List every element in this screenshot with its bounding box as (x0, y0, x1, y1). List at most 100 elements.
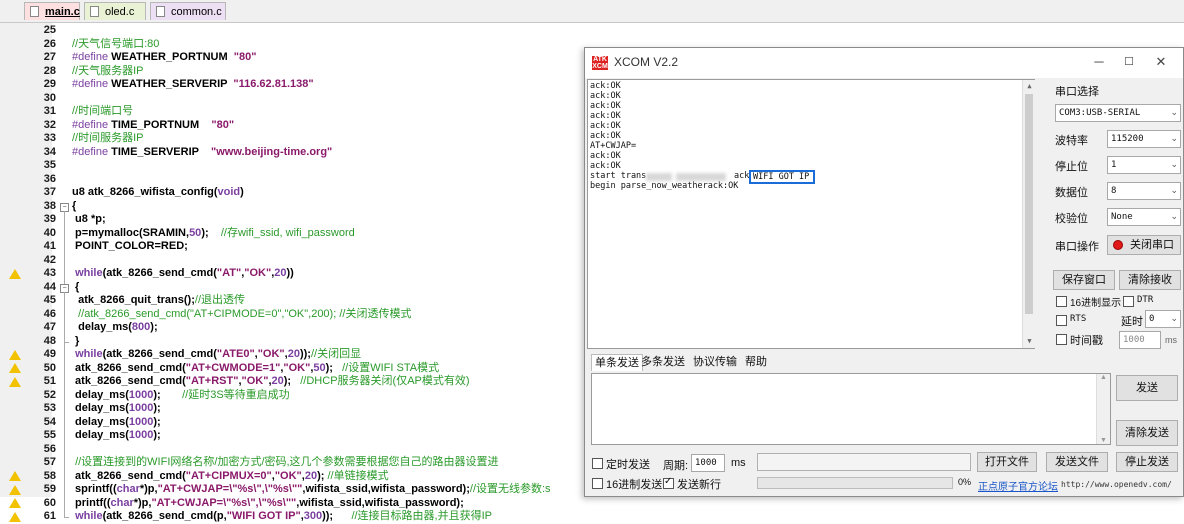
warning-icon[interactable] (9, 471, 21, 481)
code-line[interactable]: atk_8266_send_cmd("AT+CWMODE=1","OK",50)… (72, 362, 439, 376)
data-bits-select[interactable]: 8 ⌄ (1107, 182, 1181, 200)
code-line[interactable]: #define WEATHER_PORTNUM "80" (72, 51, 256, 65)
file-path-field[interactable] (757, 453, 971, 471)
maximize-button[interactable]: ☐ (1114, 52, 1144, 72)
parity-select[interactable]: None ⌄ (1107, 208, 1181, 226)
code-line[interactable]: p=mymalloc(SRAMIN,50); //存wifi_ssid, wif… (72, 227, 355, 241)
timed-send-checkbox[interactable] (592, 458, 603, 469)
forum-link[interactable]: 正点原子官方论坛 (978, 478, 1058, 493)
tab-protocol[interactable]: 协议传输 (693, 354, 737, 370)
line-number: 52 (43, 388, 56, 401)
code-line[interactable]: sprintf((char*)p,"AT+CWJAP=\"%s\",\"%s\"… (72, 483, 551, 497)
tab-oled-c[interactable]: oled.c (84, 2, 146, 20)
ack-text: ack (734, 171, 750, 181)
scroll-thumb[interactable] (1025, 94, 1033, 314)
warning-icon[interactable] (9, 349, 21, 360)
line-number: 41 (43, 240, 56, 252)
delay-select[interactable]: 0 ⌄ (1145, 310, 1181, 328)
code-line[interactable]: { (72, 200, 76, 214)
title-bar[interactable]: ATK XCM XCOM V2.2 ─ ☐ ✕ (585, 48, 1183, 78)
send-scrollbar[interactable]: ▲ ▼ (1096, 374, 1110, 444)
minimize-button[interactable]: ─ (1084, 52, 1114, 72)
code-line[interactable]: while(atk_8266_send_cmd("AT","OK",20)) (72, 267, 294, 281)
code-line[interactable]: atk_8266_send_cmd("AT+RST","OK",20); //D… (72, 375, 469, 389)
timestamp-input[interactable]: 1000 (1119, 331, 1161, 349)
tab-main-c[interactable]: main.c (24, 2, 80, 20)
scroll-up-icon[interactable]: ▲ (1097, 374, 1110, 381)
code-line[interactable]: POINT_COLOR=RED; (72, 240, 188, 254)
code-line[interactable]: while(atk_8266_send_cmd("ATE0","OK",20))… (72, 348, 361, 362)
code-line[interactable]: atk_8266_send_cmd("AT+CIPMUX=0","OK",20)… (72, 470, 389, 484)
tab-multi-send[interactable]: 多条发送 (641, 354, 685, 370)
save-window-button[interactable]: 保存窗口 (1053, 270, 1115, 290)
baud-label: 波特率 (1055, 135, 1088, 147)
line-number: 36 (43, 172, 56, 185)
code-line[interactable]: //时间服务器IP (72, 132, 144, 146)
send-input[interactable]: ▲ ▼ (591, 373, 1111, 445)
stop-send-button[interactable]: 停止发送 (1116, 452, 1178, 472)
code-line[interactable]: while(atk_8266_send_cmd(p,"WIFI GOT IP",… (72, 510, 492, 524)
dtr-checkbox[interactable] (1123, 296, 1134, 307)
send-newline-checkbox[interactable] (663, 476, 674, 489)
clear-receive-button[interactable]: 清除接收 (1119, 270, 1181, 290)
clear-send-button[interactable]: 清除发送 (1116, 420, 1178, 446)
chevron-down-icon: ⌄ (1170, 134, 1178, 144)
period-input[interactable]: 1000 (691, 454, 725, 472)
code-line[interactable]: #define TIME_SERVERIP "www.beijing-time.… (72, 146, 332, 160)
scroll-down-icon[interactable]: ▼ (1023, 335, 1036, 348)
code-line[interactable]: delay_ms(1000); (72, 429, 161, 443)
warning-icon[interactable] (9, 376, 21, 387)
receive-area[interactable]: ack:OK ack:OK ack:OK ack:OK ack:OK ack:OK AT+C… (587, 79, 1036, 349)
close-port-button[interactable]: 关闭串口 (1107, 235, 1181, 255)
open-file-button[interactable]: 打开文件 (977, 452, 1037, 472)
code-line[interactable]: delay_ms(800); (72, 321, 158, 335)
code-line[interactable]: //atk_8266_send_cmd("AT+CIPMODE=0","OK",… (72, 308, 411, 322)
baud-select[interactable]: 115200 ⌄ (1107, 130, 1181, 148)
code-line[interactable]: { (72, 281, 79, 295)
code-line[interactable]: //设置连接到的WIFI网络名称/加密方式/密码,这几个参数需要根据您自己的路由… (72, 456, 499, 470)
code-line[interactable]: #define WEATHER_SERVERIP "116.62.81.138" (72, 78, 314, 92)
code-line[interactable]: u8 *p; (72, 213, 106, 227)
hex-send-checkbox[interactable] (592, 478, 603, 489)
line-number: 34 (43, 145, 56, 158)
receive-line: ack:OK (590, 91, 621, 101)
code-line[interactable]: //天气信号端口:80 (72, 38, 159, 52)
code-line[interactable]: delay_ms(1000); //延时3S等待重启成功 (72, 389, 290, 403)
scroll-down-icon[interactable]: ▼ (1097, 437, 1110, 444)
rts-checkbox[interactable] (1056, 315, 1067, 326)
code-line[interactable]: atk_8266_quit_trans();//退出透传 (72, 294, 245, 308)
close-button[interactable]: ✕ (1146, 52, 1176, 72)
hex-display-checkbox[interactable] (1056, 296, 1067, 307)
delay-value: 0 (1149, 314, 1155, 324)
code-line[interactable]: printf((char*)p,"AT+CWJAP=\"%s\",\"%s\""… (72, 497, 464, 511)
warning-icon[interactable] (9, 484, 21, 495)
code-line[interactable]: //时间端口号 (72, 105, 133, 119)
code-line[interactable]: } (72, 335, 79, 349)
port-select[interactable]: COM3:USB-SERIAL ⌄ (1055, 104, 1181, 122)
receive-scrollbar[interactable]: ▲ ▼ (1022, 80, 1036, 348)
scroll-up-icon[interactable]: ▲ (1023, 80, 1036, 93)
code-line[interactable]: //天气服务器IP (72, 65, 144, 79)
line-number: 56 (43, 442, 56, 455)
warning-icon[interactable] (9, 363, 21, 373)
fold-guide (64, 291, 65, 342)
url-text[interactable]: http://www.openedv.com/ (1061, 480, 1172, 489)
parity-label: 校验位 (1055, 213, 1088, 225)
warning-icon[interactable] (9, 268, 21, 279)
code-line[interactable]: delay_ms(1000); (72, 402, 161, 416)
send-file-button[interactable]: 发送文件 (1046, 452, 1108, 472)
file-icon (30, 6, 39, 17)
send-button[interactable]: 发送 (1116, 375, 1178, 401)
tab-common-c[interactable]: common.c (150, 2, 226, 20)
code-line[interactable]: #define TIME_PORTNUM "80" (72, 119, 234, 133)
tab-single-send[interactable]: 单条发送 (591, 354, 643, 371)
hex-display-label: 16进制显示 (1070, 298, 1122, 309)
warning-icon[interactable] (9, 498, 21, 508)
warning-icon[interactable] (9, 511, 21, 522)
receive-line: ack:OK (590, 131, 621, 141)
code-line[interactable]: u8 atk_8266_wifista_config(void) (72, 186, 244, 200)
code-line[interactable]: delay_ms(1000); (72, 416, 161, 430)
stop-bits-select[interactable]: 1 ⌄ (1107, 156, 1181, 174)
tab-help[interactable]: 帮助 (745, 354, 767, 370)
timestamp-checkbox[interactable] (1056, 334, 1067, 345)
